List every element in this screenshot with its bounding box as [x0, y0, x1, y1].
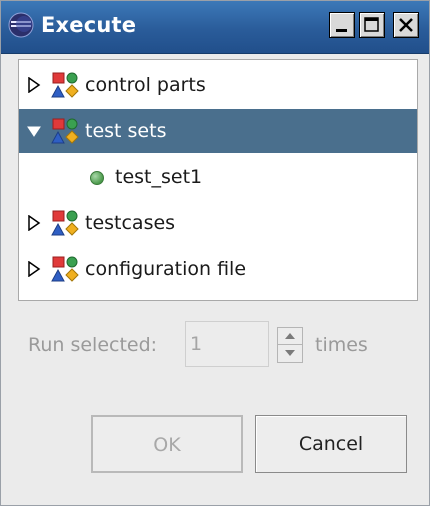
- minimize-icon: [336, 29, 347, 32]
- tree-item-control-parts[interactable]: control parts: [19, 63, 417, 107]
- spinner-down-button[interactable]: [278, 345, 302, 362]
- run-count-spinner[interactable]: [277, 327, 303, 363]
- ok-button-label: OK: [153, 434, 181, 456]
- tree-item-test-sets[interactable]: test sets: [19, 109, 417, 153]
- tree-item-configuration-file[interactable]: configuration file: [19, 247, 417, 291]
- window-title: Execute: [41, 13, 137, 37]
- cancel-button[interactable]: Cancel: [255, 415, 407, 473]
- shapes-group-icon: [51, 210, 79, 236]
- spinner-up-button[interactable]: [278, 328, 302, 345]
- execute-dialog: Execute control parts test sets test_set…: [0, 0, 430, 506]
- run-selected-label: Run selected:: [28, 334, 158, 356]
- spinner-down-icon: [285, 350, 295, 356]
- tree-item-label: testcases: [85, 212, 176, 234]
- close-button[interactable]: [393, 12, 419, 38]
- shapes-group-icon: [51, 72, 79, 98]
- execution-tree[interactable]: control parts test sets test_set1 testca…: [18, 59, 418, 301]
- expand-arrow-icon[interactable]: [27, 77, 41, 93]
- maximize-button[interactable]: [359, 12, 385, 38]
- expand-arrow-icon[interactable]: [27, 261, 41, 277]
- tree-item-label: configuration file: [85, 258, 247, 280]
- cancel-button-label: Cancel: [298, 433, 364, 455]
- expand-arrow-icon[interactable]: [27, 215, 41, 231]
- maximize-icon: [364, 17, 379, 32]
- run-count-input[interactable]: [185, 321, 269, 367]
- ok-button[interactable]: OK: [91, 415, 243, 473]
- shapes-group-icon: [51, 118, 79, 144]
- tree-item-testcases[interactable]: testcases: [19, 201, 417, 245]
- spinner-up-icon: [285, 333, 295, 339]
- close-icon: [399, 18, 413, 32]
- eclipse-app-icon: [8, 12, 34, 38]
- tree-item-test-set1[interactable]: test_set1: [19, 155, 417, 199]
- tree-item-label: test_set1: [115, 166, 203, 188]
- title-bar[interactable]: Execute: [1, 1, 429, 54]
- collapse-arrow-icon[interactable]: [27, 123, 41, 139]
- times-label: times: [315, 334, 368, 356]
- tree-item-label: control parts: [85, 74, 206, 96]
- shapes-group-icon: [51, 256, 79, 282]
- tree-item-label: test sets: [85, 120, 167, 142]
- test-set-icon: [90, 171, 104, 185]
- minimize-button[interactable]: [329, 12, 355, 38]
